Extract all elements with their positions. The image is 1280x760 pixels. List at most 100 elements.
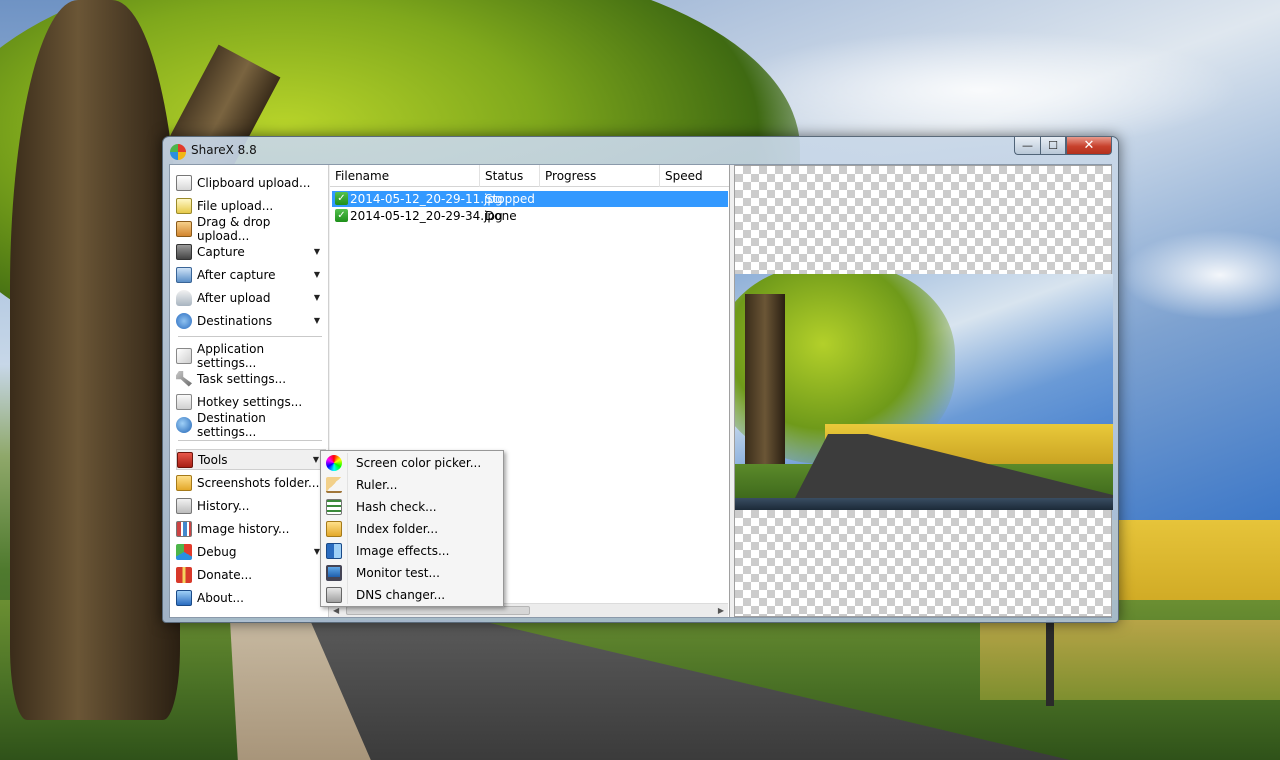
- scroll-right-icon[interactable]: ▶: [718, 604, 724, 618]
- status-cell: Done: [485, 209, 517, 223]
- filename-cell: 2014-05-12_20-29-34.jpg: [350, 209, 503, 223]
- index-folder-icon: [326, 521, 342, 537]
- menu-item-label: Destinations: [197, 313, 273, 328]
- window-controls: — ☐ ✕: [1014, 137, 1112, 155]
- title-bar[interactable]: ShareX 8.8 — ☐ ✕: [163, 137, 1118, 165]
- list-header: Filename Status Progress Speed: [330, 165, 729, 187]
- menu-item-drag-drop-upload[interactable]: Drag & drop upload...: [176, 215, 326, 243]
- menu-item-capture[interactable]: Capture ▼: [176, 241, 326, 262]
- wallpaper-field: [980, 620, 1280, 700]
- menu-item-label: Clipboard upload...: [197, 175, 311, 190]
- table-row[interactable]: ✓ 2014-05-12_20-29-11.jpg Stopped: [332, 191, 728, 207]
- menu-item-destination-settings[interactable]: Destination settings...: [176, 411, 326, 439]
- tools-item-label: DNS changer...: [356, 588, 446, 602]
- tools-item-dns-changer[interactable]: DNS changer...: [323, 584, 501, 606]
- tools-item-ruler[interactable]: Ruler...: [323, 474, 501, 496]
- table-row[interactable]: ✓ 2014-05-12_20-29-34.jpg Done: [332, 208, 728, 224]
- tools-item-label: Ruler...: [356, 478, 398, 492]
- menu-item-history[interactable]: History...: [176, 495, 326, 516]
- menu-item-label: Image history...: [197, 521, 290, 536]
- cloud-upload-icon: [176, 289, 192, 306]
- menu-item-label: History...: [197, 498, 250, 513]
- after-capture-icon: [176, 266, 192, 283]
- menu-item-task-settings[interactable]: Task settings...: [176, 368, 326, 389]
- keyboard-icon: [176, 393, 192, 410]
- filename-cell: 2014-05-12_20-29-11.jpg: [350, 192, 503, 206]
- menu-item-file-upload[interactable]: File upload...: [176, 195, 326, 216]
- menu-item-label: Tools: [198, 452, 228, 467]
- tools-dropdown-menu: Screen color picker... Ruler... Hash che…: [320, 450, 504, 607]
- menu-item-label: Screenshots folder...: [197, 475, 320, 490]
- column-header-status[interactable]: Status: [480, 165, 540, 187]
- hash-check-icon: [326, 499, 342, 515]
- menu-item-after-capture[interactable]: After capture ▼: [176, 264, 326, 285]
- column-header-filename[interactable]: Filename: [330, 165, 480, 187]
- menu-item-label: Capture: [197, 244, 245, 259]
- file-upload-icon: [176, 197, 192, 214]
- thumbnail-taskbar: [735, 498, 1113, 510]
- image-preview[interactable]: [734, 165, 1113, 617]
- tools-item-image-effects[interactable]: Image effects...: [323, 540, 501, 562]
- sharex-logo-icon[interactable]: [170, 144, 186, 160]
- menu-item-debug[interactable]: Debug ▼: [176, 541, 326, 562]
- menu-item-donate[interactable]: Donate...: [176, 564, 326, 585]
- camera-icon: [176, 243, 192, 260]
- drag-drop-icon: [176, 220, 192, 237]
- menu-item-hotkey-settings[interactable]: Hotkey settings...: [176, 391, 326, 412]
- minimize-button[interactable]: —: [1014, 137, 1040, 155]
- clipboard-icon: [176, 174, 192, 191]
- menu-item-about[interactable]: About...: [176, 587, 326, 608]
- menu-item-label: Drag & drop upload...: [197, 214, 271, 243]
- main-menu: Clipboard upload... File upload... Drag …: [170, 165, 329, 617]
- checkmark-icon: ✓: [335, 192, 348, 205]
- scrollbar-thumb[interactable]: [346, 606, 530, 615]
- tools-item-monitor-test[interactable]: Monitor test...: [323, 562, 501, 584]
- menu-item-label: About...: [197, 590, 244, 605]
- gift-icon: [176, 566, 192, 583]
- wallpaper-tree-trunk: [10, 0, 180, 720]
- menu-item-tools[interactable]: Tools ▼: [176, 449, 326, 470]
- menu-item-after-upload[interactable]: After upload ▼: [176, 287, 326, 308]
- column-header-speed[interactable]: Speed: [660, 165, 730, 187]
- tools-item-index-folder[interactable]: Index folder...: [323, 518, 501, 540]
- tools-item-label: Hash check...: [356, 500, 437, 514]
- chevron-down-icon: ▼: [313, 247, 320, 256]
- close-icon: ✕: [1083, 138, 1095, 153]
- menu-item-label: Debug: [197, 544, 237, 559]
- wallpaper-pole: [1046, 620, 1054, 706]
- toolbox-icon: [177, 451, 193, 468]
- close-button[interactable]: ✕: [1066, 137, 1112, 155]
- status-cell: Stopped: [485, 192, 535, 206]
- menu-item-label: Hotkey settings...: [197, 394, 303, 409]
- debug-icon: [176, 543, 192, 560]
- tools-item-label: Monitor test...: [356, 566, 440, 580]
- menu-item-clipboard-upload[interactable]: Clipboard upload...: [176, 172, 326, 193]
- menu-separator: [178, 336, 322, 337]
- menu-item-application-settings[interactable]: Application settings...: [176, 342, 326, 370]
- menu-item-label: After capture: [197, 267, 276, 282]
- tools-item-label: Index folder...: [356, 522, 439, 536]
- menu-item-label: File upload...: [197, 198, 274, 213]
- tools-item-hash-check[interactable]: Hash check...: [323, 496, 501, 518]
- chevron-down-icon: ▼: [312, 455, 319, 464]
- folder-icon: [176, 474, 192, 491]
- menu-item-image-history[interactable]: Image history...: [176, 518, 326, 539]
- window-title: ShareX 8.8: [191, 143, 257, 157]
- about-icon: [176, 589, 192, 606]
- menu-item-label: Application settings...: [197, 341, 265, 370]
- history-icon: [176, 497, 192, 514]
- checkmark-icon: ✓: [335, 209, 348, 222]
- wrench-icon: [176, 370, 192, 387]
- menu-separator: [178, 440, 322, 441]
- dns-icon: [326, 587, 342, 603]
- column-header-progress[interactable]: Progress: [540, 165, 660, 187]
- maximize-button[interactable]: ☐: [1040, 137, 1066, 155]
- screenshot-thumbnail: [735, 274, 1113, 510]
- maximize-icon: ☐: [1048, 139, 1058, 152]
- application-settings-icon: [176, 347, 192, 364]
- destinations-icon: [176, 312, 192, 329]
- menu-item-screenshots-folder[interactable]: Screenshots folder...: [176, 472, 326, 493]
- tools-item-screen-color-picker[interactable]: Screen color picker...: [323, 452, 501, 474]
- window-client-area: Clipboard upload... File upload... Drag …: [169, 164, 1113, 618]
- menu-item-destinations[interactable]: Destinations ▼: [176, 310, 326, 331]
